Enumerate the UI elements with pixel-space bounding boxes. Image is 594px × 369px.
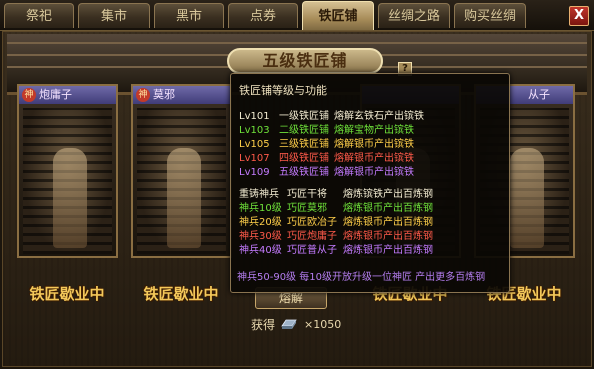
divine-badge: 神 [22, 88, 36, 102]
tooltip-title: 铁匠铺等级与功能 [239, 84, 327, 97]
recast-row: 神兵20级 巧匠欧冶子 熔炼银币产出百炼钢 [239, 216, 433, 230]
smith-status: 铁匠歇业中 [143, 285, 219, 303]
recast-req: 神兵30级 [239, 231, 282, 242]
smith-name: 从子 [528, 88, 550, 101]
smith-card[interactable]: 神 炮庸子 [17, 84, 118, 258]
close-button[interactable]: X [569, 6, 589, 26]
smith-status: 铁匠歇业中 [29, 285, 105, 303]
steel-ingot-icon [281, 319, 297, 329]
page-title: 五级铁匠铺 [227, 48, 383, 74]
level-req: Lv101 [239, 111, 270, 122]
recast-function: 熔炼银币产出百炼钢 [343, 217, 433, 228]
level-row: Lv109 五级铁匠铺 熔解银币产出镔铁 [239, 166, 414, 180]
level-row: Lv105 三级铁匠铺 熔解银币产出镔铁 [239, 138, 414, 152]
tab-black-market[interactable]: 黑市 [154, 3, 224, 28]
recast-function: 熔炼银币产出百炼钢 [343, 231, 433, 242]
recast-function: 熔炼镔铁产出百炼钢 [343, 189, 433, 200]
level-row: Lv107 四级铁匠铺 熔解银币产出镔铁 [239, 152, 414, 166]
recast-smith: 巧匠欧冶子 [287, 217, 337, 228]
recast-req: 神兵10级 [239, 203, 282, 214]
smith-name: 炮庸子 [39, 88, 72, 101]
smith-portrait [137, 108, 226, 254]
recast-smith: 巧匠普从子 [287, 245, 337, 256]
smith-card[interactable]: 神 莫邪 [131, 84, 232, 258]
shop-level-name: 二级铁匠铺 [279, 125, 329, 136]
divine-badge: 神 [136, 88, 150, 102]
smith-name-bar: 神 莫邪 [133, 86, 230, 104]
tab-bar: 祭祀 集市 黑市 点券 铁匠铺 丝绸之路 购买丝绸 X [0, 0, 594, 31]
shop-level-name: 三级铁匠铺 [279, 139, 329, 150]
level-function: 熔解银币产出镔铁 [334, 139, 414, 150]
recast-row: 重铸神兵 巧匠干将 熔炼镔铁产出百炼钢 [239, 188, 433, 202]
tab-silk-road[interactable]: 丝绸之路 [378, 3, 450, 28]
recast-req: 神兵40级 [239, 245, 282, 256]
gain-label: 获得 [251, 318, 276, 332]
tab-buy-silk[interactable]: 购买丝绸 [454, 3, 526, 28]
level-req: Lv107 [239, 153, 270, 164]
tab-blacksmith[interactable]: 铁匠铺 [302, 1, 374, 30]
recast-smith: 巧匠炮庸子 [287, 231, 337, 242]
recast-req: 重铸神兵 [239, 189, 279, 200]
tab-sacrifice[interactable]: 祭祀 [4, 3, 74, 28]
recast-function: 熔炼银币产出百炼钢 [343, 245, 433, 256]
shop-level-name: 五级铁匠铺 [279, 167, 329, 178]
level-row: Lv103 二级铁匠铺 熔解宝物产出镔铁 [239, 124, 414, 138]
blacksmith-level-tooltip: 铁匠铺等级与功能 Lv101 一级铁匠铺 熔解玄铁石产出镔铁 Lv103 二级铁匠铺 熔解… [230, 73, 510, 293]
recast-row: 神兵40级 巧匠普从子 熔炼银币产出百炼钢 [239, 244, 433, 258]
shop-level-name: 一级铁匠铺 [279, 111, 329, 122]
recast-function: 熔炼银币产出百炼钢 [343, 203, 433, 214]
level-row: Lv101 一级铁匠铺 熔解玄铁石产出镔铁 [239, 110, 424, 124]
recast-smith: 巧匠莫邪 [287, 203, 327, 214]
level-req: Lv103 [239, 125, 270, 136]
tab-coupons[interactable]: 点券 [228, 3, 298, 28]
level-req: Lv109 [239, 167, 270, 178]
level-function: 熔解宝物产出镔铁 [334, 125, 414, 136]
recast-smith: 巧匠干将 [287, 189, 327, 200]
shop-level-name: 四级铁匠铺 [279, 153, 329, 164]
smith-name: 莫邪 [153, 88, 175, 101]
recast-row: 神兵10级 巧匠莫邪 熔炼银币产出百炼钢 [239, 202, 433, 216]
level-function: 熔解玄铁石产出镔铁 [334, 111, 424, 122]
smith-portrait [23, 108, 112, 254]
gain-count: ×1050 [304, 318, 342, 331]
tab-market[interactable]: 集市 [78, 3, 150, 28]
level-req: Lv105 [239, 139, 270, 150]
recast-req: 神兵20级 [239, 217, 282, 228]
level-function: 熔解银币产出镔铁 [334, 167, 414, 178]
level-function: 熔解银币产出镔铁 [334, 153, 414, 164]
recast-row: 神兵30级 巧匠炮庸子 熔炼银币产出百炼钢 [239, 230, 433, 244]
smith-name-bar: 神 炮庸子 [19, 86, 116, 104]
tooltip-footer: 神兵50-90级 每10级开放升级一位神匠 产出更多百炼钢 [237, 272, 486, 283]
